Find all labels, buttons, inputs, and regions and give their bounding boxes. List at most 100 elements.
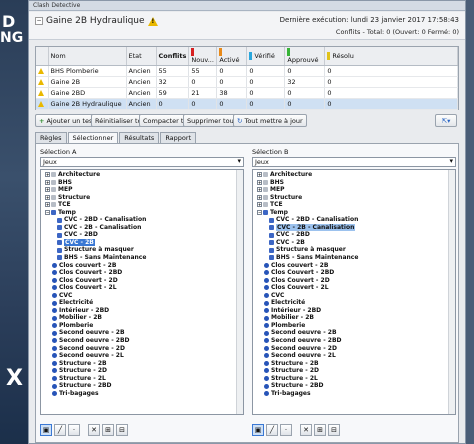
tree-item[interactable]: + MEP [41,186,243,194]
surfaces-icon[interactable]: ▣ [252,424,264,436]
tree-item[interactable]: Clos Couvert - 2L [253,284,455,292]
tree-item[interactable]: BHS - Sans Maintenance [41,254,243,262]
self-intersect-icon[interactable]: ✕ [300,424,312,436]
tree-item[interactable]: Structure - 2D [41,367,243,375]
expand-toggle[interactable]: + [45,172,50,178]
tree-item[interactable]: Electricité [41,299,243,307]
lines-icon[interactable]: ╱ [266,424,278,436]
tree-item[interactable]: Clos Couvert - 2L [41,284,243,292]
tree-item[interactable]: Second oeuvre - 2L [253,352,455,360]
test-row[interactable]: BHS Plomberie Ancien 55 55 0 0 0 0 [36,65,458,77]
tree-item[interactable]: CVC - 2BD - Canalisation [41,216,243,224]
tab-select[interactable]: Sélectionner [67,132,119,143]
test-row[interactable]: Gaine 2B Hydraulique Ancien 0 0 0 0 0 0 [36,98,458,110]
tree-item[interactable]: Intérieur - 2BD [41,307,243,315]
expand-toggle[interactable]: + [45,194,50,200]
tree-item[interactable]: Second oeuvre - 2B [253,329,455,337]
selection-a-scrollbar[interactable] [236,170,243,414]
tree-item[interactable]: CVC - 2BD - Canalisation [253,216,455,224]
grid-column-header[interactable]: Nom [48,47,127,66]
expand-toggle[interactable]: + [45,187,50,193]
test-row[interactable]: Gaine 2B Ancien 32 0 0 0 32 0 [36,76,458,88]
tree-item[interactable]: Clos Couvert - 2BD [253,269,455,277]
tree-item[interactable]: Structure - 2B [41,360,243,368]
tree-item[interactable]: CVC - 2B [253,239,455,247]
selection-b-tree[interactable]: + Architecture + BHS + MEP + Structure + TCE − Temp… [252,169,456,415]
update-all-button[interactable]: ↻ Tout mettre à jour [233,114,307,127]
tree-item[interactable]: Clos Couvert - 2BD [41,269,243,277]
tree-item[interactable]: Structure - 2BD [253,382,455,390]
expand-toggle[interactable]: + [257,194,262,200]
selection-b-combo[interactable]: Jeux [252,157,456,167]
tree-item[interactable]: + Structure [253,194,455,202]
tree-item[interactable]: CVC - 2BD [253,231,455,239]
tree-item[interactable]: Tri-bagages [41,390,243,398]
tree-item[interactable]: Structure - 2L [253,375,455,383]
tree-item[interactable]: Plomberie [41,322,243,330]
grid-column-header[interactable]: Vérifié [246,47,286,66]
tab-rules[interactable]: Règles [35,132,67,143]
grid-column-header[interactable]: Etat [126,47,157,66]
tree-item[interactable]: Clos couvert - 2B [41,262,243,270]
points-icon[interactable]: · [68,424,80,436]
self-intersect-icon[interactable]: ✕ [88,424,100,436]
tree-item[interactable]: Plomberie [253,322,455,330]
tree-item[interactable]: Second oeuvre - 2D [253,345,455,353]
tree-item[interactable]: Structure - 2L [41,375,243,383]
grid-column-header[interactable]: Résolu [324,47,458,66]
tree-item[interactable]: + Architecture [253,171,455,179]
tree-item[interactable]: BHS - Sans Maintenance [253,254,455,262]
expand-toggle[interactable]: − [257,210,262,215]
tree-item[interactable]: + BHS [41,179,243,187]
tree-item[interactable]: − Temp [253,209,455,217]
tree-item[interactable]: CVC - 2B - Canalisation [253,223,455,232]
delete-all-button[interactable]: Supprimer tout [183,114,241,127]
tree-item[interactable]: CVC [41,292,243,300]
collapse-toggle[interactable]: − [35,17,43,25]
surfaces-icon[interactable]: ▣ [40,424,52,436]
lines-icon[interactable]: ╱ [54,424,66,436]
tree-item[interactable]: CVC - 2BD [41,231,243,239]
tree-item[interactable]: Clos Couvert - 2D [41,277,243,285]
tree-item[interactable]: Tri-bagages [253,390,455,398]
use-current-selection-icon[interactable]: ⊞ [314,424,326,436]
tree-item[interactable]: CVC [253,292,455,300]
tree-item[interactable]: Clos couvert - 2B [253,262,455,270]
tree-item[interactable]: − Temp [41,209,243,217]
tree-item[interactable]: Structure à masquer [253,246,455,254]
tree-item[interactable]: + TCE [41,201,243,209]
tree-item[interactable]: Structure à masquer [41,246,243,254]
tree-item[interactable]: Structure - 2B [253,360,455,368]
grid-column-header[interactable]: Approuvé [284,47,326,66]
grid-column-header[interactable]: Nouv... [188,47,218,66]
add-test-button[interactable]: + Ajouter un test [35,114,99,127]
select-in-scene-icon[interactable]: ⊟ [328,424,340,436]
export-menu-button[interactable]: ⇱▾ [435,114,457,127]
tree-item[interactable]: Electricité [253,299,455,307]
expand-toggle[interactable]: + [45,202,50,208]
expand-toggle[interactable]: − [45,210,50,215]
tree-item[interactable]: Mobilier - 2B [41,314,243,322]
tree-item[interactable]: CVC - 2B - Canalisation [41,224,243,232]
tree-item[interactable]: + Structure [41,194,243,202]
tests-grid[interactable]: Nom Etat Conflits Nouv... Activé Vérifié Appro… [35,46,459,110]
tree-item[interactable]: + BHS [253,179,455,187]
tree-item[interactable]: Mobilier - 2B [253,314,455,322]
tab-results[interactable]: Résultats [119,132,160,143]
tree-item[interactable]: Clos Couvert - 2D [253,277,455,285]
select-in-scene-icon[interactable]: ⊟ [116,424,128,436]
expand-toggle[interactable]: + [45,179,50,185]
grid-column-header[interactable]: Activé [216,47,248,66]
use-current-selection-icon[interactable]: ⊞ [102,424,114,436]
tree-item[interactable]: Second oeuvre - 2BD [41,337,243,345]
tree-item[interactable]: Structure - 2BD [41,382,243,390]
selection-a-tree[interactable]: + Architecture + BHS + MEP + Structure + TCE − Temp… [40,169,244,415]
tree-item[interactable]: Second oeuvre - 2BD [253,337,455,345]
tree-item[interactable]: + TCE [253,201,455,209]
expand-toggle[interactable]: + [257,202,262,208]
grid-column-header[interactable]: Conflits [156,47,190,66]
tab-report[interactable]: Rapport [160,132,197,143]
selection-a-combo[interactable]: Jeux [40,157,244,167]
tree-item[interactable]: Second oeuvre - 2B [41,329,243,337]
expand-toggle[interactable]: + [257,179,262,185]
